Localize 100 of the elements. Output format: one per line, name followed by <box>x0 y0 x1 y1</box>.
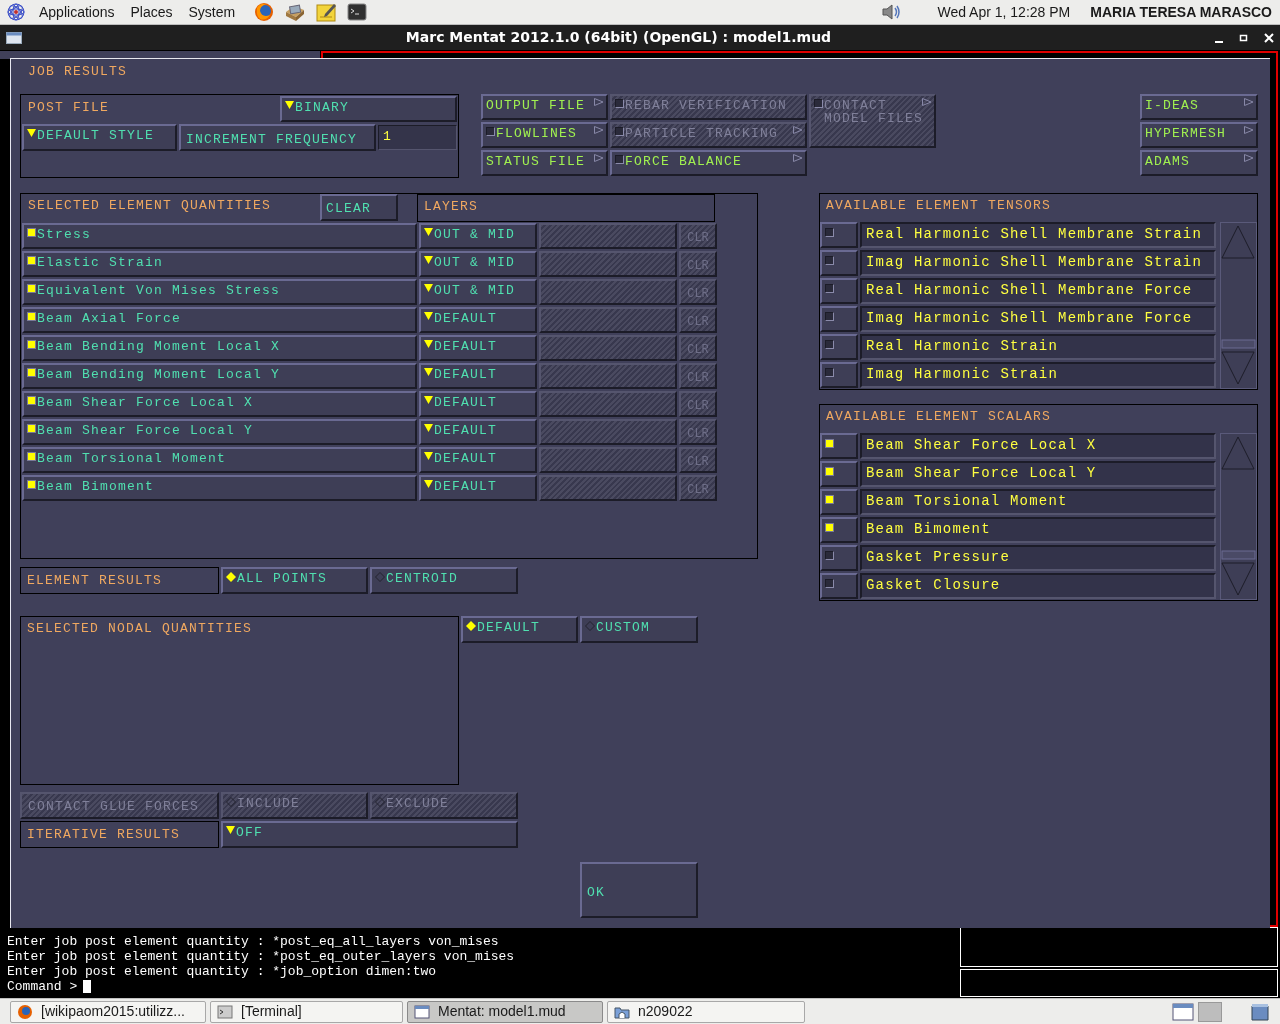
list-item[interactable]: Beam Bimoment <box>860 517 1216 543</box>
checkbox[interactable] <box>27 284 36 293</box>
checkbox[interactable] <box>825 439 834 448</box>
checkbox[interactable] <box>825 284 834 293</box>
checkbox-button[interactable] <box>820 545 858 571</box>
layer-dropdown[interactable]: DEFAULT <box>419 419 537 445</box>
list-item[interactable]: Real Harmonic Shell Membrane Strain <box>860 222 1216 248</box>
taskbar-button[interactable]: [wikipaom2015:utilizz... <box>10 1000 206 1023</box>
menu-button[interactable]: HYPERMESH <box>1140 122 1258 148</box>
menu-button[interactable]: FORCE BALANCE <box>610 150 807 176</box>
layer-dropdown[interactable]: DEFAULT <box>419 335 537 361</box>
checkbox-button[interactable] <box>820 222 858 248</box>
layer-dropdown[interactable]: DEFAULT <box>419 391 537 417</box>
radio-diamond[interactable] <box>466 621 476 631</box>
radio-button[interactable]: ALL POINTS <box>221 567 368 594</box>
quantity-button[interactable]: Equivalent Von Mises Stress <box>22 279 417 305</box>
checkbox[interactable] <box>825 312 834 321</box>
radio-diamond[interactable] <box>226 572 236 582</box>
list-item[interactable]: Beam Shear Force Local Y <box>860 461 1216 487</box>
checkbox[interactable] <box>825 467 834 476</box>
checkbox[interactable] <box>825 228 834 237</box>
list-item[interactable]: Imag Harmonic Strain <box>860 362 1216 388</box>
menu-item[interactable]: System <box>185 1 239 23</box>
checkbox[interactable] <box>825 523 834 532</box>
submenu-flag-icon <box>793 126 803 134</box>
checkbox[interactable] <box>27 396 36 405</box>
checkbox[interactable] <box>27 368 36 377</box>
checkbox-button[interactable] <box>820 362 858 388</box>
checkbox[interactable] <box>27 452 36 461</box>
list-item[interactable]: Beam Shear Force Local X <box>860 433 1216 459</box>
layer-dropdown[interactable]: OUT & MID <box>419 279 537 305</box>
radio-button[interactable]: CUSTOM <box>580 616 698 643</box>
dropdown-triangle-icon <box>424 284 433 292</box>
checkbox[interactable] <box>825 368 834 377</box>
checkbox-button[interactable] <box>820 278 858 304</box>
increment-input-field[interactable]: 1 <box>378 125 457 150</box>
checkbox[interactable] <box>27 480 36 489</box>
checkbox[interactable] <box>615 155 624 164</box>
taskbar-button[interactable]: [Terminal] <box>210 1000 403 1023</box>
submenu-flag-icon <box>594 98 604 106</box>
checkbox-button[interactable] <box>820 489 858 515</box>
menu-button[interactable]: I-DEAS <box>1140 94 1258 120</box>
menu-button[interactable]: OUTPUT FILE <box>481 94 608 120</box>
checkbox-button[interactable] <box>820 573 858 599</box>
checkbox[interactable] <box>825 495 834 504</box>
quantity-button[interactable]: Stress <box>22 223 417 249</box>
checkbox-button[interactable] <box>820 306 858 332</box>
list-item[interactable]: Gasket Pressure <box>860 545 1216 571</box>
layer-dropdown[interactable]: DEFAULT <box>419 475 537 501</box>
quantity-button[interactable]: Elastic Strain <box>22 251 417 277</box>
radio-button[interactable]: DEFAULT <box>461 616 578 643</box>
checkbox[interactable] <box>825 256 834 265</box>
checkbox[interactable] <box>825 579 834 588</box>
checkbox-button[interactable] <box>820 433 858 459</box>
list-item[interactable]: Imag Harmonic Shell Membrane Strain <box>860 250 1216 276</box>
quantity-button[interactable]: Beam Axial Force <box>22 307 417 333</box>
layer-dropdown[interactable]: OUT & MID <box>419 251 537 277</box>
layer-dropdown[interactable]: DEFAULT <box>419 447 537 473</box>
taskbar-button[interactable]: Mentat: model1.mud <box>407 1000 603 1023</box>
menu-button[interactable]: ADAMS <box>1140 150 1258 176</box>
list-item[interactable]: Gasket Closure <box>860 573 1216 599</box>
workspace-switcher[interactable] <box>1198 1001 1222 1022</box>
list-item[interactable]: Real Harmonic Strain <box>860 334 1216 360</box>
dropdown-button[interactable]: BINARY <box>280 96 457 122</box>
checkbox-button[interactable] <box>820 461 858 487</box>
quantity-button[interactable]: Beam Shear Force Local X <box>22 391 417 417</box>
list-item[interactable]: Beam Torsional Moment <box>860 489 1216 515</box>
menu-button[interactable]: STATUS FILE <box>481 150 608 176</box>
layer-dropdown[interactable]: DEFAULT <box>419 363 537 389</box>
quantity-button[interactable]: Beam Bimoment <box>22 475 417 501</box>
clear-button[interactable]: CLEAR <box>320 194 398 221</box>
increment-frequency-button[interactable]: INCREMENT FREQUENCY <box>179 124 376 151</box>
quantity-button[interactable]: Beam Torsional Moment <box>22 447 417 473</box>
checkbox[interactable] <box>27 256 36 265</box>
dropdown-button[interactable]: DEFAULT STYLE <box>22 124 177 151</box>
checkbox-button[interactable] <box>820 334 858 360</box>
menu-item[interactable]: Applications <box>36 1 118 23</box>
quantity-button[interactable]: Beam Bending Moment Local Y <box>22 363 417 389</box>
layer-dropdown[interactable]: DEFAULT <box>419 307 537 333</box>
taskbar-button[interactable]: n209022 <box>607 1000 805 1023</box>
radio-button[interactable]: CENTROID <box>370 567 518 594</box>
quantity-button[interactable]: Beam Shear Force Local Y <box>22 419 417 445</box>
checkbox-button[interactable] <box>820 517 858 543</box>
checkbox-button[interactable] <box>820 250 858 276</box>
checkbox[interactable] <box>486 127 495 136</box>
user-name[interactable]: MARIA TERESA MARASCO <box>1090 1 1272 23</box>
list-item[interactable]: Real Harmonic Shell Membrane Force <box>860 278 1216 304</box>
quantity-button[interactable]: Beam Bending Moment Local X <box>22 335 417 361</box>
dropdown-button[interactable]: OFF <box>221 821 518 848</box>
menu-item[interactable]: Places <box>127 1 176 23</box>
checkbox[interactable] <box>27 228 36 237</box>
checkbox[interactable] <box>27 340 36 349</box>
checkbox[interactable] <box>27 312 36 321</box>
checkbox[interactable] <box>27 424 36 433</box>
layer-dropdown[interactable]: OUT & MID <box>419 223 537 249</box>
checkbox[interactable] <box>825 551 834 560</box>
ok-button[interactable]: OK <box>580 862 698 918</box>
menu-button[interactable]: FLOWLINES <box>481 122 608 148</box>
list-item[interactable]: Imag Harmonic Shell Membrane Force <box>860 306 1216 332</box>
checkbox[interactable] <box>825 340 834 349</box>
